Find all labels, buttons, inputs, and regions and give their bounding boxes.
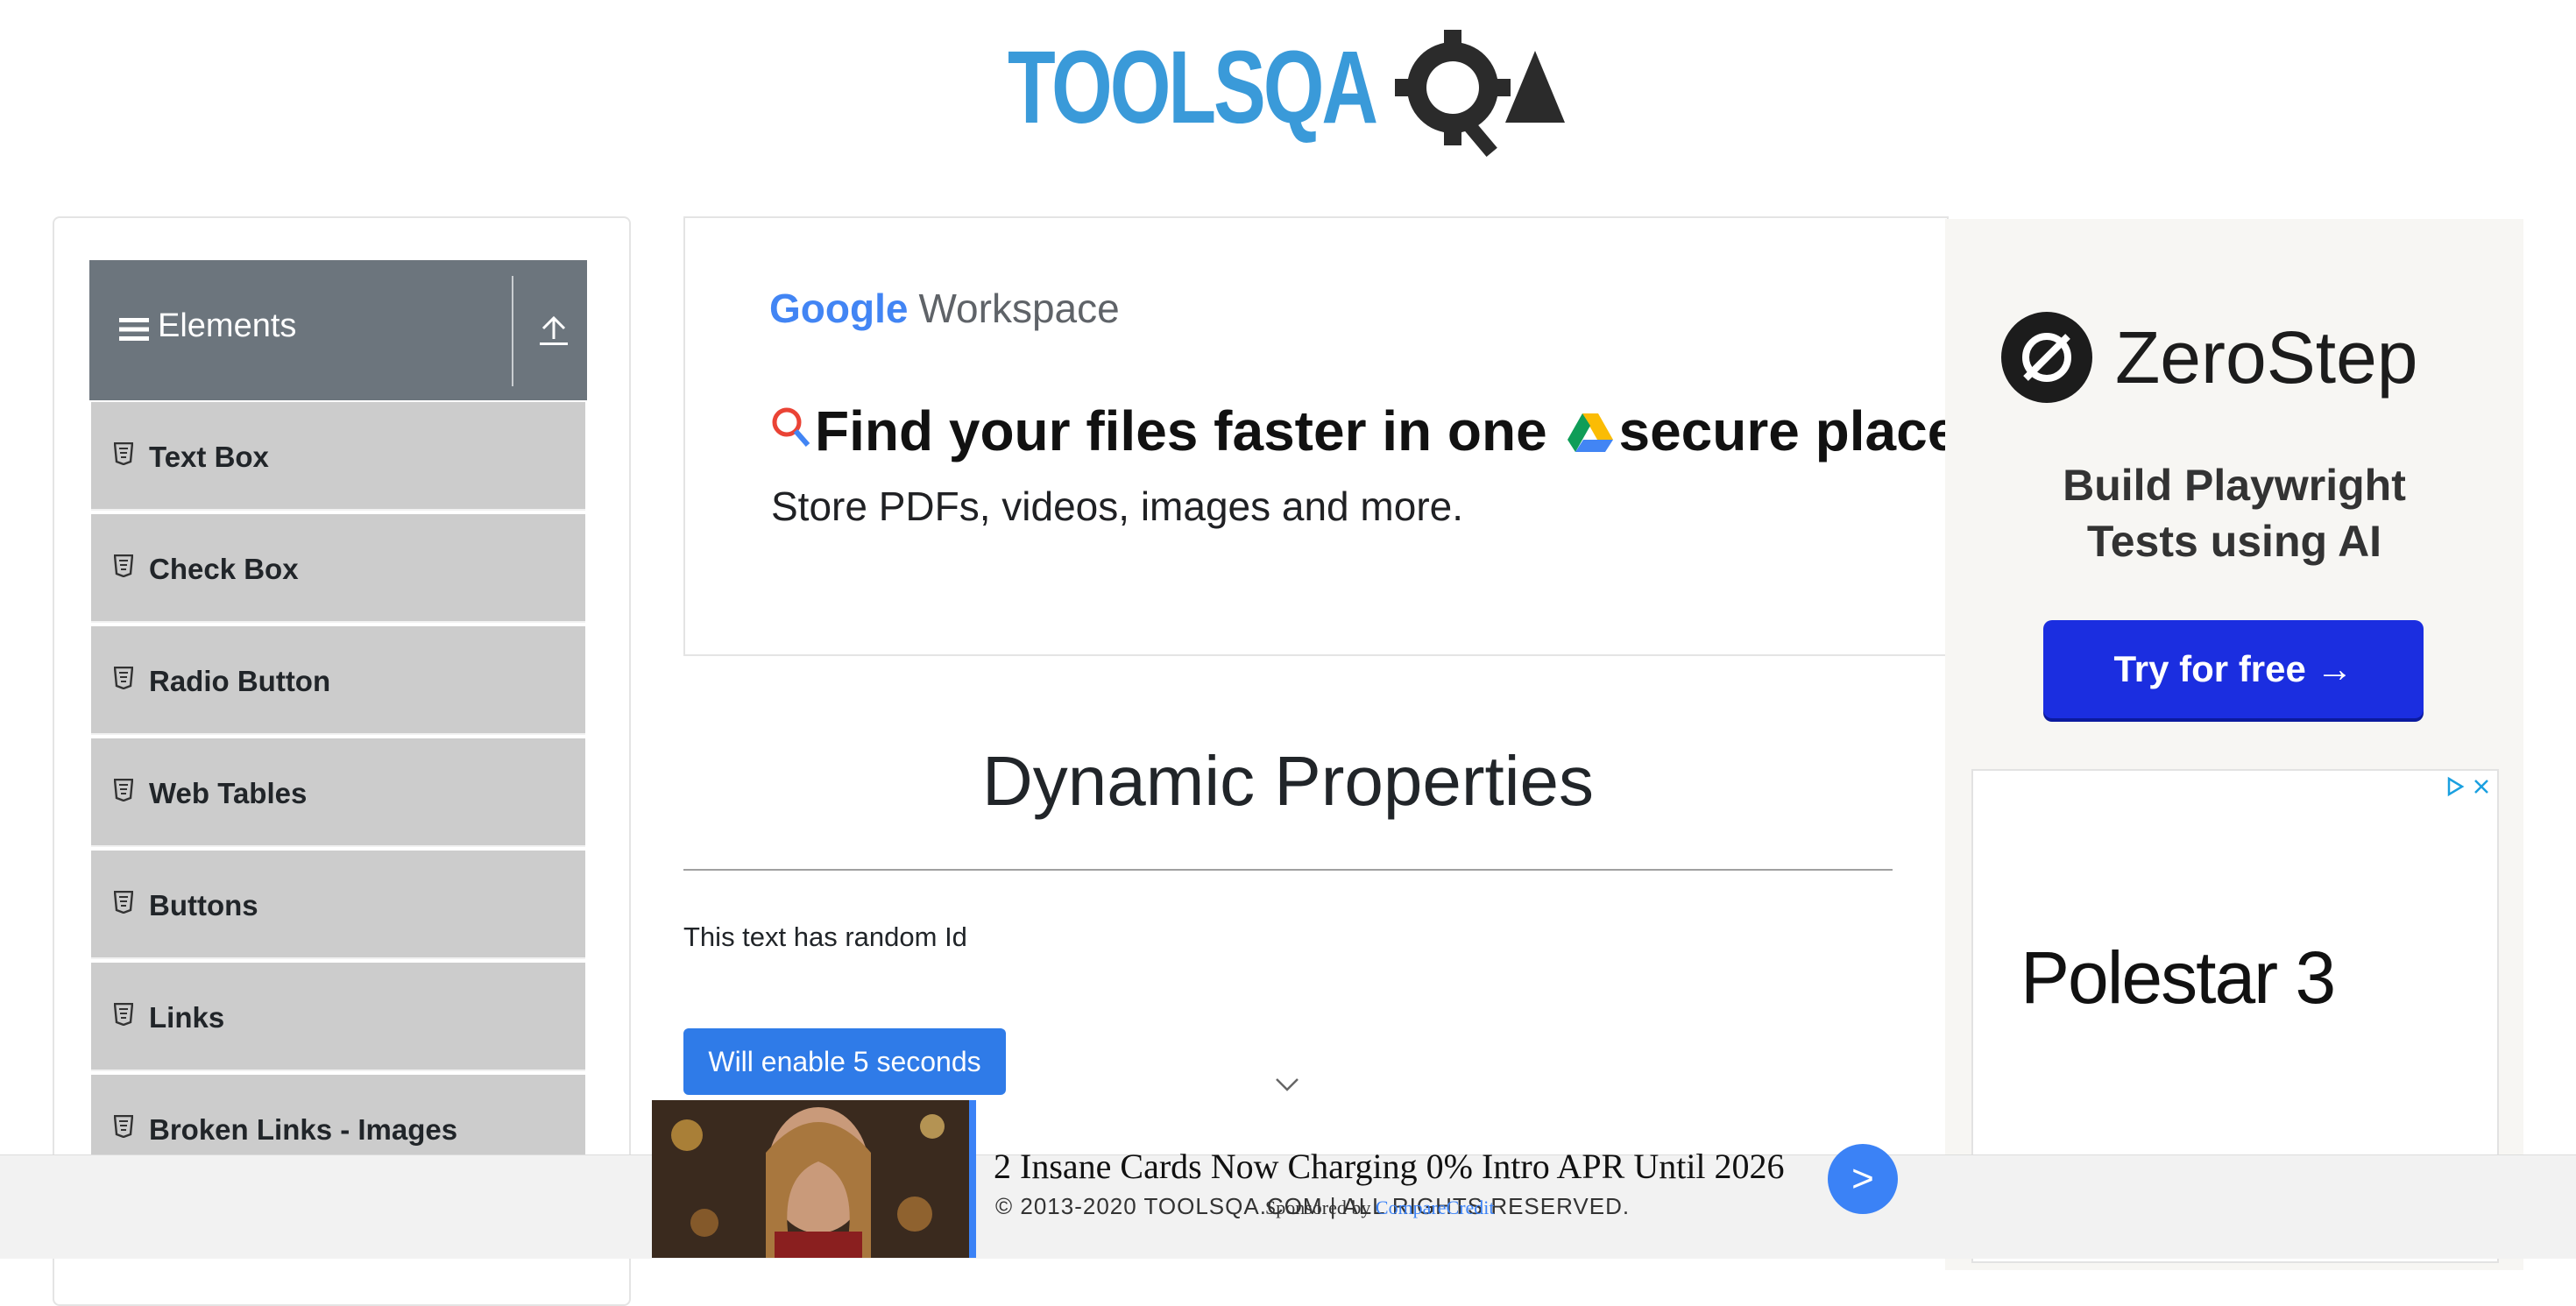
ad-headline-part2: secure place. xyxy=(1618,399,1949,462)
zerostep-tagline-line1: Build Playwright xyxy=(2063,461,2406,510)
sidebar-item-label: Text Box xyxy=(149,441,269,473)
try-for-free-button[interactable]: Try for free → xyxy=(2043,620,2424,718)
zerostep-tagline-line2: Tests using AI xyxy=(2086,517,2382,566)
google-drive-icon xyxy=(1568,413,1614,452)
google-workspace-logo: Google Workspace xyxy=(769,285,1120,332)
sidebar-item-web-tables[interactable]: Web Tables xyxy=(91,738,585,847)
ad-subline: Store PDFs, videos, images and more. xyxy=(771,484,1463,529)
ad-accent-bar xyxy=(969,1100,976,1258)
html5-icon xyxy=(114,1115,133,1138)
ad-photo xyxy=(652,1100,974,1258)
elements-group-header[interactable]: Elements xyxy=(89,260,587,400)
html5-icon xyxy=(114,442,133,465)
sidebar-item-label: Buttons xyxy=(149,889,258,921)
html5-icon xyxy=(114,1003,133,1026)
collapse-arrow-icon[interactable] xyxy=(538,313,570,348)
sidebar-item-label: Web Tables xyxy=(149,777,308,809)
html5-icon xyxy=(114,779,133,801)
group-title: Elements xyxy=(158,307,297,344)
search-icon xyxy=(772,407,810,447)
close-icon[interactable] xyxy=(2471,776,2492,797)
page-title: Dynamic Properties xyxy=(981,742,1594,820)
ad-sponsor: Sponsored by CompareCredit xyxy=(1265,1197,1495,1219)
sidebar-item-text-box[interactable]: Text Box xyxy=(91,402,585,511)
sidebar-item-radio-button[interactable]: Radio Button xyxy=(91,626,585,735)
zerostep-tagline: Build Playwright Tests using AI xyxy=(1945,457,2523,569)
hamburger-icon xyxy=(119,318,149,341)
adchoices-icon[interactable] xyxy=(2445,776,2466,797)
google-wordmark: Google xyxy=(769,286,909,331)
toolsqa-logo[interactable]: TOOLSQA xyxy=(1006,25,1575,159)
google-workspace-ad[interactable]: Google Workspace Find your files faster i… xyxy=(683,216,1949,656)
bottom-sticky-ad[interactable]: 2 Insane Cards Now Charging 0% Intro APR… xyxy=(652,1100,1900,1258)
logo-text: TOOLSQA xyxy=(1008,30,1376,145)
html5-icon xyxy=(114,554,133,577)
sponsored-prefix: Sponsored by xyxy=(1265,1197,1371,1218)
random-id-text: This text has random Id xyxy=(683,921,967,952)
workspace-wordmark: Workspace xyxy=(918,286,1120,331)
sponsor-name[interactable]: CompareCredit xyxy=(1376,1197,1495,1218)
html5-icon xyxy=(114,891,133,914)
ad-headline: Find your files faster in one secure pla… xyxy=(769,399,1949,463)
ad-title[interactable]: 2 Insane Cards Now Charging 0% Intro APR… xyxy=(994,1146,1785,1187)
sidebar-item-links[interactable]: Links xyxy=(91,963,585,1071)
sidebar-item-label: Links xyxy=(149,1001,225,1034)
sidebar-item-label: Radio Button xyxy=(149,665,331,697)
sidebar-item-buttons[interactable]: Buttons xyxy=(91,851,585,959)
ad-go-button[interactable]: > xyxy=(1828,1144,1898,1214)
enable-after-button[interactable]: Will enable 5 seconds xyxy=(683,1028,1006,1095)
zerostep-name: ZeroStep xyxy=(2115,316,2418,399)
sidebar-item-label: Broken Links - Images xyxy=(149,1113,458,1146)
zerostep-logo-icon xyxy=(2001,312,2092,403)
polestar-name: Polestar 3 xyxy=(2020,936,2336,1019)
sidebar-item-label: Check Box xyxy=(149,553,299,585)
gear-magnifier-icon xyxy=(1395,30,1511,158)
sidebar-item-check-box[interactable]: Check Box xyxy=(91,514,585,623)
chevron-down-icon[interactable] xyxy=(1274,1076,1300,1093)
header-divider xyxy=(512,276,513,386)
ad-headline-part1: Find your files faster in one xyxy=(815,399,1547,462)
title-divider xyxy=(683,869,1893,871)
html5-icon xyxy=(114,667,133,689)
